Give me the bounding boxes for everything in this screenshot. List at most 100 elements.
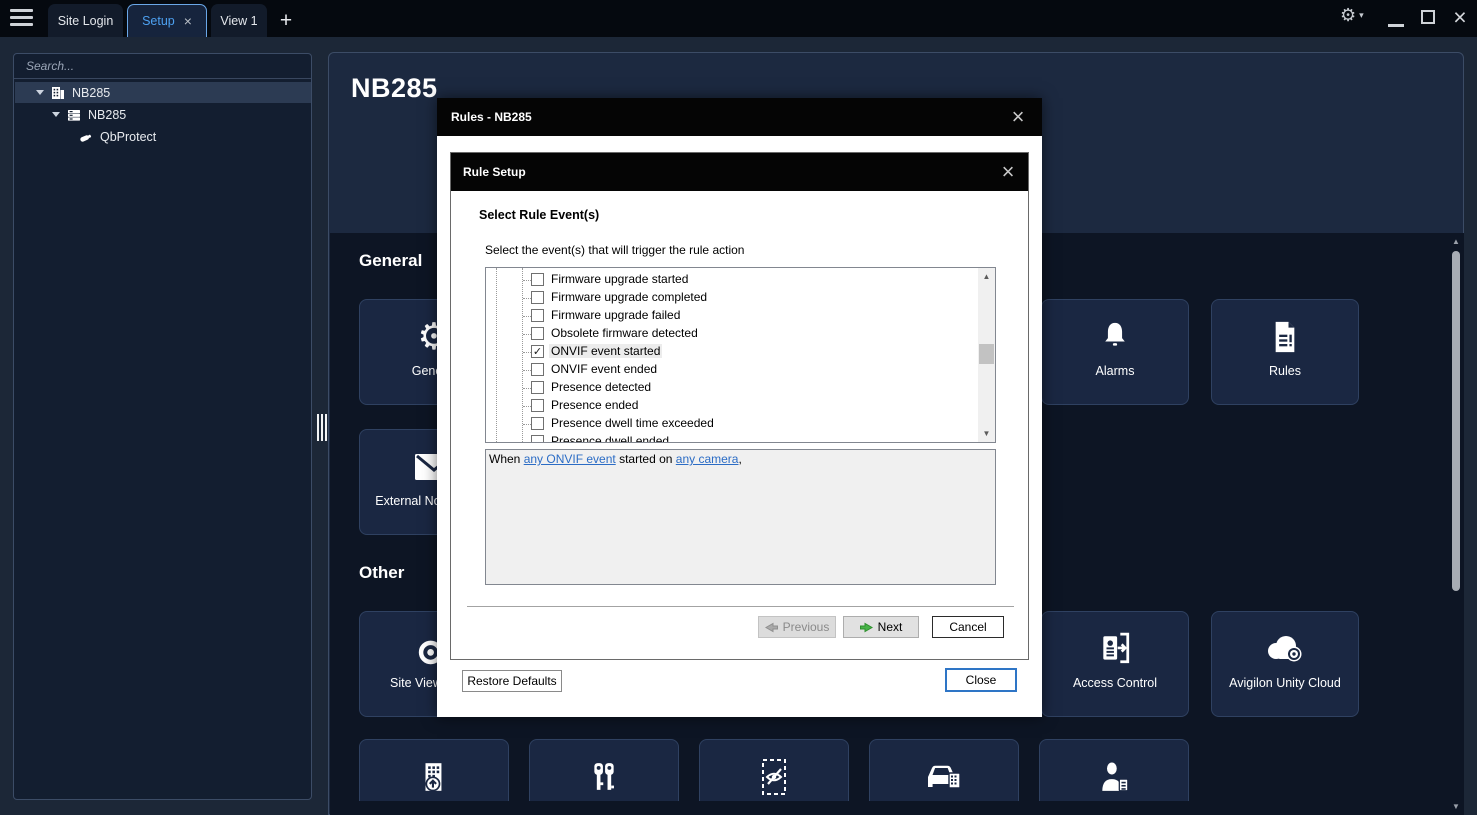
event-row: Firmware upgrade completed (486, 289, 978, 307)
user-directory-icon (1097, 756, 1131, 798)
rules-dialog-header: Rules - NB285 × (437, 98, 1042, 136)
checkbox[interactable] (531, 435, 544, 443)
building-upgrade-icon (419, 756, 449, 798)
summary-text: started on (616, 452, 676, 466)
event-row: Presence ended (486, 397, 978, 415)
tile-users[interactable] (1039, 739, 1189, 801)
separator (467, 606, 1014, 607)
application-window: Site Login Setup × View 1 + ⚙▾ × Search.… (0, 0, 1477, 815)
event-row-selected: ✓ ONVIF event started (486, 343, 978, 361)
panel-splitter-handle[interactable] (316, 414, 328, 441)
dialog-close-icon[interactable]: × (1004, 102, 1032, 132)
cancel-button[interactable]: Cancel (932, 616, 1004, 638)
gear-icon: ⚙ (1340, 5, 1356, 25)
checkbox[interactable] (531, 327, 544, 340)
server-icon (67, 108, 81, 122)
system-explorer-panel: Search... NB285 NB285 QbProtect (13, 53, 312, 800)
checkbox-checked[interactable]: ✓ (531, 345, 544, 358)
keys-icon (589, 756, 619, 798)
vehicle-keypad-icon (922, 756, 966, 798)
arrow-left-icon (765, 622, 778, 633)
tree-item-label: NB285 (88, 108, 126, 122)
tree-item-server[interactable]: NB285 (15, 104, 311, 125)
scrollbar-thumb[interactable] (1452, 251, 1460, 591)
tab-label: Setup (142, 14, 175, 28)
event-row: ONVIF event ended (486, 361, 978, 379)
checkbox[interactable] (531, 417, 544, 430)
tree-item-site[interactable]: NB285 (15, 82, 311, 103)
summary-text: , (738, 452, 741, 466)
tile-licenses[interactable] (529, 739, 679, 801)
new-tab-button[interactable]: + (272, 4, 300, 37)
event-row: Firmware upgrade started (486, 271, 978, 289)
main-menu-icon[interactable] (10, 9, 33, 28)
device-link[interactable]: any camera (676, 452, 739, 466)
dialog-title: Rules - NB285 (451, 110, 532, 124)
rules-dialog: Rules - NB285 × Rule Setup × Select Rule… (437, 98, 1042, 717)
tree-item-camera[interactable]: QbProtect (15, 126, 311, 147)
previous-button: Previous (758, 616, 836, 638)
tree-item-label: QbProtect (100, 130, 156, 144)
title-bar: Site Login Setup × View 1 + ⚙▾ × (0, 0, 1477, 37)
expand-caret-icon[interactable] (36, 90, 44, 95)
window-close-button[interactable]: × (1448, 2, 1472, 32)
checkbox[interactable] (531, 399, 544, 412)
main-scrollbar[interactable]: ▲ ▼ (1449, 237, 1463, 811)
tile-privacy-zones[interactable] (699, 739, 849, 801)
tile-access-control[interactable]: Access Control (1041, 611, 1189, 717)
wizard-title: Rule Setup (463, 165, 526, 179)
tab-view1[interactable]: View 1 (211, 4, 267, 37)
section-heading-other: Other (359, 563, 404, 583)
scroll-up-icon[interactable]: ▲ (978, 268, 995, 285)
rule-setup-header: Rule Setup × (451, 153, 1028, 191)
site-icon (51, 86, 65, 100)
wizard-step-heading: Select Rule Event(s) (479, 208, 599, 222)
event-row: Obsolete firmware detected (486, 325, 978, 343)
checkbox[interactable] (531, 309, 544, 322)
privacy-zone-icon (757, 756, 791, 798)
checkbox[interactable] (531, 381, 544, 394)
wizard-step-subheading: Select the event(s) that will trigger th… (485, 243, 744, 257)
close-tab-icon[interactable]: × (184, 14, 192, 28)
settings-menu-button[interactable]: ⚙▾ (1340, 5, 1364, 26)
scrollbar-thumb[interactable] (979, 344, 994, 364)
page-title: NB285 (351, 73, 438, 104)
chevron-down-icon: ▾ (1359, 10, 1364, 20)
minimize-button[interactable] (1388, 24, 1404, 27)
maximize-button[interactable] (1421, 10, 1435, 24)
search-placeholder: Search... (26, 59, 74, 73)
tile-license-plate-recognition[interactable] (869, 739, 1019, 801)
scroll-down-icon[interactable]: ▼ (1449, 802, 1463, 811)
tile-rules[interactable]: Rules (1211, 299, 1359, 405)
checkbox[interactable] (531, 273, 544, 286)
expand-caret-icon[interactable] (52, 112, 60, 117)
tile-site-upgrade[interactable] (359, 739, 509, 801)
checkbox[interactable] (531, 291, 544, 304)
arrow-right-icon (860, 622, 873, 633)
tab-site-login[interactable]: Site Login (48, 4, 123, 37)
close-dialog-button[interactable]: Close (945, 668, 1017, 692)
scroll-down-icon[interactable]: ▼ (978, 425, 995, 442)
cloud-gear-icon (1263, 628, 1307, 670)
scroll-up-icon[interactable]: ▲ (1449, 237, 1463, 246)
event-tree-list[interactable]: Firmware upgrade started Firmware upgrad… (485, 267, 996, 443)
next-button[interactable]: Next (843, 616, 919, 638)
tab-label: Site Login (58, 14, 114, 28)
rules-document-icon (1271, 316, 1299, 358)
tab-setup[interactable]: Setup × (127, 4, 207, 37)
list-scrollbar[interactable]: ▲ ▼ (978, 268, 995, 442)
event-row: Presence dwell time exceeded (486, 415, 978, 433)
tile-avigilon-unity-cloud[interactable]: Avigilon Unity Cloud (1211, 611, 1359, 717)
bell-icon (1098, 316, 1132, 358)
wizard-close-icon[interactable]: × (994, 157, 1022, 187)
access-control-badge-icon (1098, 628, 1132, 670)
event-link[interactable]: any ONVIF event (524, 452, 616, 466)
checkbox[interactable] (531, 363, 544, 376)
event-row: Presence dwell ended (486, 433, 978, 443)
section-heading-general: General (359, 251, 422, 271)
restore-defaults-button[interactable]: Restore Defaults (462, 670, 562, 692)
search-input[interactable]: Search... (14, 54, 311, 79)
tab-label: View 1 (220, 14, 257, 28)
rule-setup-dialog: Rule Setup × Select Rule Event(s) Select… (450, 152, 1029, 660)
tile-alarms[interactable]: Alarms (1041, 299, 1189, 405)
